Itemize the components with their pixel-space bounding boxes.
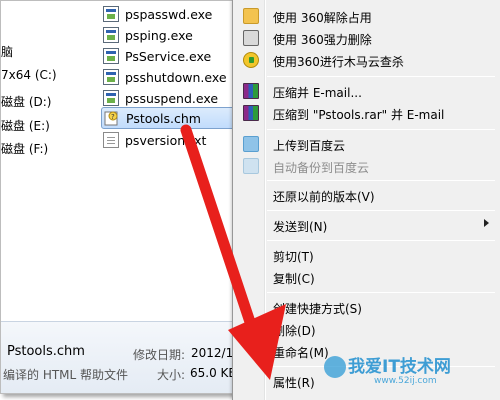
details-pane: Pstools.chm 修改日期: 2012/10 编译的 HTML 帮助文件 … xyxy=(1,321,241,393)
menu-item-label: 压缩到 "Pstools.rar" 并 E-mail xyxy=(273,108,445,122)
menu-separator xyxy=(267,76,495,77)
menu-item-label: 剪切(T) xyxy=(273,250,314,264)
menu-item-label: 使用 360解除占用 xyxy=(273,11,372,25)
exe-icon xyxy=(103,6,119,22)
menu-item-create-shortcut[interactable]: 创建快捷方式(S) xyxy=(235,296,497,318)
file-name: pspasswd.exe xyxy=(125,6,213,22)
file-name: psping.exe xyxy=(125,27,193,43)
menu-item-label: 使用 360强力删除 xyxy=(273,33,372,47)
menu-item-auto-backup-baidu: 自动备份到百度云 xyxy=(235,155,497,177)
list-item[interactable]: psshutdown.exe xyxy=(101,66,239,88)
baidu-cloud-icon xyxy=(243,136,259,152)
submenu-arrow-icon xyxy=(484,219,489,227)
txt-icon xyxy=(103,132,119,148)
navigation-pane: 脑 7x64 (C:) 磁盘 (D:) 磁盘 (E:) 磁盘 (F:) xyxy=(1,1,93,319)
details-file-type: 编译的 HTML 帮助文件 xyxy=(3,368,129,382)
list-item-selected[interactable]: ? Pstools.chm xyxy=(101,107,239,129)
nav-item-computer[interactable]: 脑 xyxy=(1,43,13,60)
winrar-icon xyxy=(243,105,259,121)
menu-item-cut[interactable]: 剪切(T) xyxy=(235,244,497,266)
360-shield-icon xyxy=(243,52,259,68)
menu-item-label: 重命名(M) xyxy=(273,346,329,360)
details-filename: Pstools.chm xyxy=(7,344,85,359)
list-item[interactable]: pssuspend.exe xyxy=(101,87,239,109)
menu-separator xyxy=(267,210,495,211)
details-modified-label: 修改日期: xyxy=(133,348,186,362)
menu-separator xyxy=(267,240,495,241)
menu-item-restore-versions[interactable]: 还原以前的版本(V) xyxy=(235,184,497,206)
watermark-url: www.52ij.com xyxy=(374,376,437,386)
menu-item-label: 自动备份到百度云 xyxy=(273,161,370,175)
menu-separator xyxy=(267,180,495,181)
chm-help-icon: ? xyxy=(104,110,120,126)
menu-separator xyxy=(267,129,495,130)
exe-icon xyxy=(103,48,119,64)
menu-item-label: 发送到(N) xyxy=(273,220,328,234)
svg-text:?: ? xyxy=(111,113,115,121)
file-name: PsService.exe xyxy=(125,48,212,64)
menu-item-360-unlock[interactable]: 使用 360解除占用 xyxy=(235,5,497,27)
menu-item-360-trojan-scan[interactable]: 使用360进行木马云查杀 xyxy=(235,49,497,71)
menu-item-label: 使用360进行木马云查杀 xyxy=(273,55,404,69)
details-size-label: 大小: xyxy=(157,368,186,382)
menu-item-label: 压缩并 E-mail... xyxy=(273,86,362,100)
watermark-text: 我爱IT技术网 xyxy=(348,357,451,377)
menu-item-label: 还原以前的版本(V) xyxy=(273,190,375,204)
context-menu: 使用 360解除占用 使用 360强力删除 使用360进行木马云查杀 压缩并 E… xyxy=(232,0,500,400)
menu-item-copy[interactable]: 复制(C) xyxy=(235,266,497,288)
nav-item-drive-c[interactable]: 7x64 (C:) xyxy=(1,68,57,82)
menu-separator xyxy=(267,292,495,293)
shredder-icon xyxy=(243,30,259,46)
details-size-value: 65.0 KB xyxy=(190,366,237,380)
winrar-icon xyxy=(243,83,259,99)
folder-unlock-icon xyxy=(243,8,259,24)
list-item[interactable]: psversion.txt xyxy=(101,129,239,151)
nav-item-drive-f[interactable]: 磁盘 (F:) xyxy=(1,140,48,157)
menu-item-label: 复制(C) xyxy=(273,272,315,286)
file-name: Pstools.chm xyxy=(126,110,201,126)
exe-icon xyxy=(103,27,119,43)
menu-item-upload-baidu[interactable]: 上传到百度云 xyxy=(235,133,497,155)
menu-item-label: 属性(R) xyxy=(273,376,315,390)
menu-item-label: 上传到百度云 xyxy=(273,139,346,153)
list-item[interactable]: psping.exe xyxy=(101,24,239,46)
watermark-logo-icon xyxy=(324,356,346,378)
file-name: pssuspend.exe xyxy=(125,90,219,106)
nav-item-drive-e[interactable]: 磁盘 (E:) xyxy=(1,117,50,134)
list-item[interactable]: PsService.exe xyxy=(101,45,239,67)
menu-item-send-to[interactable]: 发送到(N) xyxy=(235,214,497,236)
menu-item-compress-rar-email[interactable]: 压缩到 "Pstools.rar" 并 E-mail xyxy=(235,102,497,124)
menu-item-delete[interactable]: 删除(D) xyxy=(235,318,497,340)
menu-item-360-force-delete[interactable]: 使用 360强力删除 xyxy=(235,27,497,49)
menu-item-compress-email[interactable]: 压缩并 E-mail... xyxy=(235,80,497,102)
baidu-cloud-icon xyxy=(243,158,259,174)
menu-item-label: 删除(D) xyxy=(273,324,316,338)
exe-icon xyxy=(103,69,119,85)
menu-item-label: 创建快捷方式(S) xyxy=(273,302,362,316)
list-item[interactable]: pspasswd.exe xyxy=(101,3,239,25)
file-name: psversion.txt xyxy=(125,132,207,148)
file-name: psshutdown.exe xyxy=(125,69,227,85)
exe-icon xyxy=(103,90,119,106)
nav-item-drive-d[interactable]: 磁盘 (D:) xyxy=(1,93,51,110)
